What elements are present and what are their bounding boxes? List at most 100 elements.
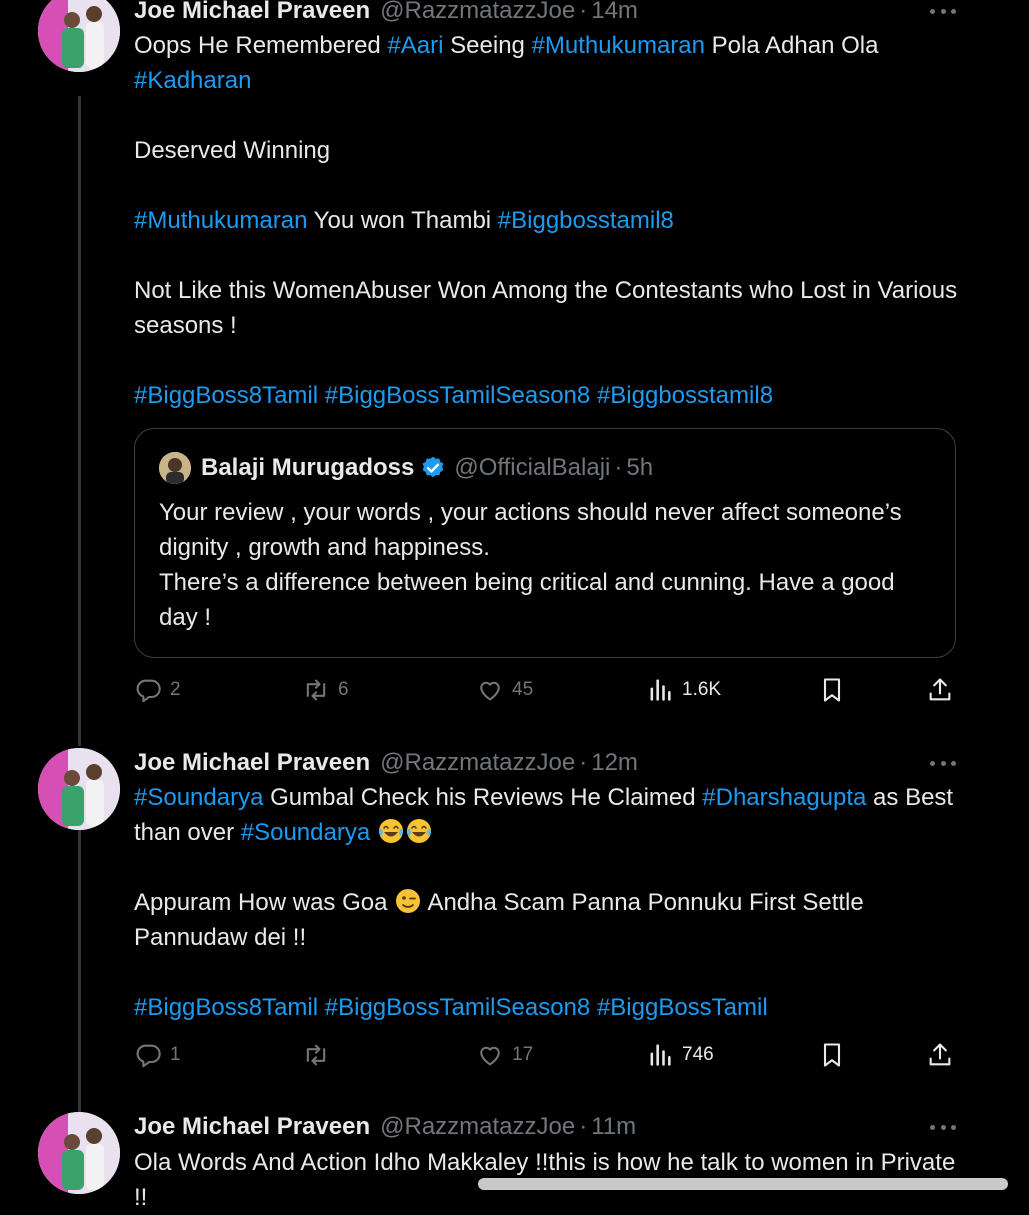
hashtag-link[interactable]: #Muthukumaran <box>532 32 705 59</box>
repost-count: 6 <box>338 679 349 700</box>
like-icon <box>480 681 500 701</box>
action-bar: 1 17 746 <box>134 1038 964 1072</box>
timestamp[interactable]: 14m <box>591 0 638 25</box>
text-segment <box>318 382 325 409</box>
share-button[interactable] <box>926 1038 962 1072</box>
author-handle[interactable]: @RazzmatazzJoe <box>380 749 575 777</box>
text-segment: You won Thambi <box>307 207 498 234</box>
tweet-paragraph: Not Like this WomenAbuser Won Among the … <box>134 273 964 343</box>
hashtag-link[interactable]: #Muthukumaran <box>134 207 307 234</box>
more-icon[interactable] <box>930 748 956 778</box>
hashtag-link[interactable]: #Aari <box>387 32 443 59</box>
timestamp[interactable]: 12m <box>591 749 638 777</box>
reply-button[interactable]: 2 <box>134 673 181 707</box>
quote-header: Balaji Murugadoss @OfficialBalaji · 5h <box>159 451 653 485</box>
quote-author-name: Balaji Murugadoss <box>201 454 415 481</box>
verified-badge-icon <box>423 456 444 478</box>
text-segment <box>590 382 597 409</box>
timestamp[interactable]: 11m <box>591 1113 636 1141</box>
separator: · <box>614 454 623 481</box>
reply-icon <box>136 679 161 703</box>
reply-button[interactable]: 1 <box>134 1038 181 1072</box>
repost-icon <box>306 679 326 701</box>
hashtag-link[interactable]: #Soundarya <box>241 819 370 846</box>
bookmark-button[interactable] <box>818 673 854 707</box>
hashtag-link[interactable]: #Kadharan <box>134 67 251 94</box>
hashtag-link[interactable]: #BiggBossTamil <box>597 994 768 1021</box>
bookmark-button[interactable] <box>818 1038 854 1072</box>
share-icon <box>929 678 951 701</box>
avatar[interactable] <box>38 748 120 830</box>
quote-paragraph: Your review , your words , your actions … <box>159 499 902 561</box>
text-segment: Appuram How was Goa <box>134 889 395 916</box>
author-handle[interactable]: @RazzmatazzJoe <box>380 0 575 25</box>
author-name[interactable]: Joe Michael Praveen <box>134 1113 370 1141</box>
horizontal-scrollbar[interactable] <box>478 1178 1008 1190</box>
avatar[interactable] <box>38 1112 120 1194</box>
reply-count: 2 <box>170 679 181 700</box>
views-button[interactable]: 746 <box>646 1038 714 1072</box>
share-icon <box>929 1043 951 1066</box>
author-handle[interactable]: @RazzmatazzJoe <box>380 1113 575 1141</box>
text-segment <box>370 819 377 846</box>
bookmark-icon <box>823 678 841 702</box>
hashtag-link[interactable]: #Biggbosstamil8 <box>498 207 674 234</box>
tweet-text: #Soundarya Gumbal Check his Reviews He C… <box>134 780 964 1025</box>
tweet-paragraph: #BiggBoss8Tamil #BiggBossTamilSeason8 #B… <box>134 990 964 1025</box>
author-name[interactable]: Joe Michael Praveen <box>134 749 370 777</box>
tears-of-joy-emoji-icon <box>406 819 431 843</box>
tweet-paragraph: Appuram How was Goa Andha Scam Panna Pon… <box>134 885 964 955</box>
text-segment: Pola Adhan Ola <box>705 32 879 59</box>
hashtag-link[interactable]: #Dharshagupta <box>702 784 866 811</box>
quoted-tweet[interactable]: Balaji Murugadoss @OfficialBalaji · 5h Y… <box>134 428 956 658</box>
text-segment <box>590 994 597 1021</box>
hashtag-link[interactable]: #Biggbosstamil8 <box>597 382 773 409</box>
hashtag-link[interactable]: #BiggBossTamilSeason8 <box>325 382 591 409</box>
hashtag-link[interactable]: #BiggBoss8Tamil <box>134 382 318 409</box>
text-segment: Gumbal Check his Reviews He Claimed <box>263 784 703 811</box>
hashtag-link[interactable]: #BiggBossTamilSeason8 <box>325 994 591 1021</box>
text-segment: Not Like this WomenAbuser Won Among the … <box>134 277 958 339</box>
author-name[interactable]: Joe Michael Praveen <box>134 0 370 25</box>
views-button[interactable]: 1.6K <box>646 673 721 707</box>
like-button[interactable]: 17 <box>476 1038 533 1072</box>
tweet-header: Joe Michael Praveen @RazzmatazzJoe · 14m <box>134 0 638 26</box>
separator: · <box>579 749 588 776</box>
repost-button[interactable] <box>302 1038 338 1072</box>
avatar[interactable] <box>38 0 120 72</box>
text-segment: Seeing <box>443 32 532 59</box>
separator: · <box>579 0 588 24</box>
text-segment <box>318 994 325 1021</box>
more-icon[interactable] <box>930 1112 956 1142</box>
text-segment: Oops He Remembered <box>134 32 388 59</box>
share-button[interactable] <box>926 673 962 707</box>
reply-icon <box>136 1044 161 1068</box>
tweet-paragraph: Deserved Winning <box>134 133 964 168</box>
like-count: 17 <box>512 1044 534 1065</box>
hashtag-link[interactable]: #Soundarya <box>134 784 263 811</box>
repost-button[interactable]: 6 <box>302 673 349 707</box>
tweet-text: Oops He Remembered #Aari Seeing #Muthuku… <box>134 28 964 413</box>
quote-timestamp: 5h <box>626 454 654 481</box>
bookmark-icon <box>823 1043 841 1067</box>
tweet-paragraph: Oops He Remembered #Aari Seeing #Muthuku… <box>134 28 964 98</box>
like-count: 45 <box>512 679 534 700</box>
tweet-paragraph: #BiggBoss8Tamil #BiggBossTamilSeason8 #B… <box>134 378 964 413</box>
thread-line <box>78 96 81 746</box>
tears-of-joy-emoji-icon <box>378 819 403 843</box>
like-button[interactable]: 45 <box>476 673 533 707</box>
views-icon <box>650 1044 671 1066</box>
text-segment: Deserved Winning <box>134 137 331 164</box>
quote-text: Your review , your words , your actions … <box>159 495 919 635</box>
more-icon[interactable] <box>930 0 956 26</box>
hashtag-link[interactable]: #BiggBoss8Tamil <box>134 994 318 1021</box>
action-bar: 2 6 45 1.6K <box>134 673 964 707</box>
quote-author-handle: @OfficialBalaji <box>454 454 611 481</box>
like-icon <box>480 1046 500 1066</box>
